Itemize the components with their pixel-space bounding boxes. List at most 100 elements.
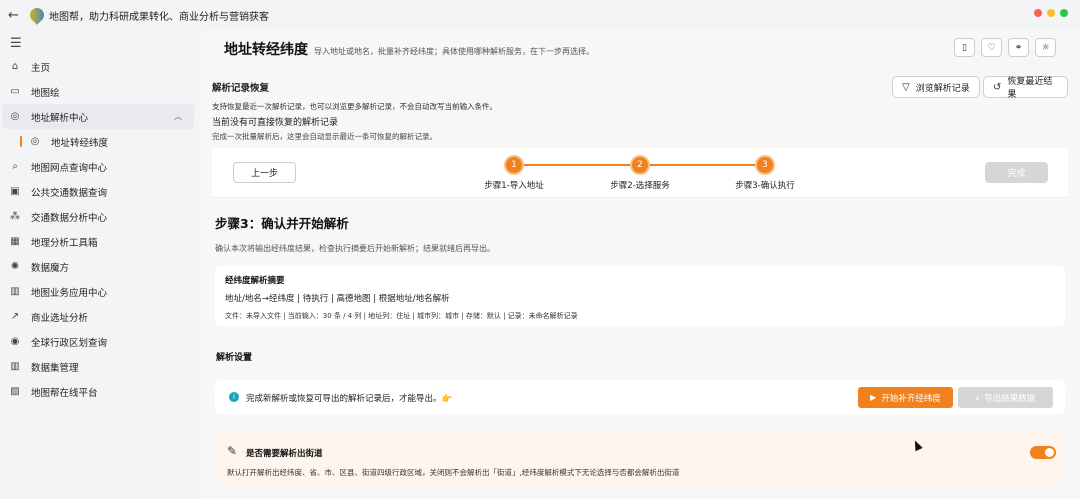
play-icon: ▶ — [870, 393, 877, 402]
globe-icon: ◉ — [10, 336, 20, 347]
sidebar-item-label: 地图帮在线平台 — [31, 387, 98, 399]
recovery-status: 当前没有可直接恢复的解析记录 — [212, 118, 339, 128]
geocode-icon: ◎ — [30, 136, 40, 147]
sidebar-item-site-selection[interactable]: ↗ 商业选址分析 — [0, 304, 200, 329]
restore-latest-button[interactable]: ↺ 恢复最近结果 — [983, 76, 1068, 100]
step-3-dot[interactable]: 3 — [755, 155, 775, 175]
grid-icon: ▦ — [10, 236, 20, 247]
prev-step-button[interactable]: 上一步 — [233, 162, 296, 183]
export-hint: 完成新解析或恢复可导出的解析记录后，才能导出。👉 — [246, 394, 453, 404]
trend-icon: ↗ — [10, 311, 20, 322]
active-indicator — [20, 136, 22, 147]
magic-icon: ✺ — [10, 261, 20, 272]
browse-records-label: 浏览解析记录 — [915, 83, 970, 94]
search-icon: ⌕ — [12, 161, 18, 172]
browse-records-button[interactable]: ▽ 浏览解析记录 — [892, 76, 980, 98]
sidebar-item-datasets[interactable]: ▥ 数据集管理 — [0, 354, 200, 379]
sidebar-item-label: 交通数据分析中心 — [31, 212, 108, 224]
sidebar-item-label: 数据集管理 — [31, 362, 79, 374]
sidebar-item-traffic[interactable]: ⁂ 交通数据分析中心 — [0, 204, 200, 229]
sidebar-item-data-cube[interactable]: ✺ 数据魔方 — [0, 254, 200, 279]
sidebar-item-label: 全球行政区划查询 — [31, 337, 108, 349]
sidebar-item-label: 商业选址分析 — [31, 312, 89, 324]
street-setting-title: 是否需要解析出街道 — [246, 449, 323, 459]
maximize-window-button[interactable] — [1060, 9, 1068, 17]
document-icon[interactable]: ▯ — [954, 38, 975, 57]
sidebar-item-label: 地图网点查询中心 — [31, 162, 108, 174]
finish-button[interactable]: 完成 — [985, 162, 1048, 183]
chart-icon: ▥ — [10, 286, 20, 297]
filter-icon: ▽ — [902, 81, 910, 93]
sidebar: ☰ ⌂ 主页 ▭ 地图绘 ◎ 地址解析中心 ︿ ◎ 地址转经纬度 ⌕ 地图网点查… — [0, 30, 200, 499]
hamburger-menu-icon[interactable]: ☰ — [10, 36, 22, 51]
close-window-button[interactable] — [1034, 9, 1042, 17]
export-results-button[interactable]: ⤓ 导出结果数据 — [958, 387, 1053, 408]
recovery-section: 解析记录恢复 支持恢复最近一次解析记录，也可以浏览更多解析记录，不会自动改写当前… — [212, 72, 1068, 147]
step-3-label: 步骤3-确认执行 — [735, 181, 795, 191]
recovery-title: 解析记录恢复 — [212, 83, 270, 94]
bus-icon: ▣ — [10, 186, 20, 197]
history-icon: ↺ — [993, 81, 1002, 93]
recovery-hint: 完成一次批量解析后，这里会自动显示最近一条可恢复的解析记录。 — [212, 132, 437, 141]
sidebar-item-label: 地图绘 — [31, 87, 60, 99]
sidebar-item-label: 地图业务应用中心 — [31, 287, 108, 299]
summary-card: 经纬度解析摘要 地址/地名→经纬度 | 待执行 | 高德地图 | 根据地址/地名… — [215, 266, 1065, 326]
share-icon[interactable]: ⚭ — [1008, 38, 1029, 57]
step3-title: 步骤3：确认并开始解析 — [215, 216, 349, 231]
heart-icon[interactable]: ♡ — [981, 38, 1002, 57]
summary-line-2: 文件：未导入文件 | 当前输入：30 条 / 4 列 | 地址列：住址 | 城市… — [225, 312, 578, 320]
sidebar-item-geocode[interactable]: ◎ 地址转经纬度 — [18, 129, 200, 154]
sidebar-item-geo-toolbox[interactable]: ▦ 地理分析工具箱 — [0, 229, 200, 254]
export-results-label: 导出结果数据 — [984, 393, 1036, 404]
back-arrow-icon[interactable]: ← — [8, 8, 22, 23]
step-2-label: 步骤2-选择服务 — [610, 181, 670, 191]
edit-icon: ✎ — [227, 444, 238, 458]
export-bar: i 完成新解析或恢复可导出的解析记录后，才能导出。👉 ▶ 开始补齐经纬度 ⤓ 导… — [215, 380, 1065, 414]
page-header: 地址转经纬度 导入地址或地名，批量补齐经纬度；具体使用哪种解析服务，在下一步再选… — [224, 39, 594, 59]
street-setting-card: ✎ 是否需要解析出街道 默认打开解析出经纬度、省、市、区县、街道四级行政区域，关… — [215, 432, 1065, 486]
settings-title: 解析设置 — [216, 353, 253, 363]
sidebar-item-map-drawing[interactable]: ▭ 地图绘 — [0, 79, 200, 104]
sidebar-item-admin-regions[interactable]: ◉ 全球行政区划查询 — [0, 329, 200, 354]
window-title: 地图帮，助力科研成果转化、商业分析与营销获客 — [49, 11, 269, 23]
sidebar-item-label: 公共交通数据查询 — [31, 187, 108, 199]
theme-toggle-icon[interactable]: ☼ — [1035, 38, 1056, 57]
page-description: 导入地址或地名，批量补齐经纬度；具体使用哪种解析服务，在下一步再选择。 — [314, 47, 594, 56]
download-icon: ⤓ — [975, 392, 980, 402]
sidebar-item-label: 主页 — [31, 62, 51, 74]
platform-icon: ▨ — [10, 386, 20, 397]
main-panel: 地址转经纬度 导入地址或地名，批量补齐经纬度；具体使用哪种解析服务，在下一步再选… — [200, 30, 1080, 499]
chevron-up-icon[interactable]: ︿ — [174, 111, 182, 122]
minimize-window-button[interactable] — [1047, 9, 1055, 17]
sidebar-item-address-parse[interactable]: ◎ 地址解析中心 ︿ — [2, 104, 194, 129]
sidebar-item-home[interactable]: ⌂ 主页 — [0, 54, 200, 79]
recovery-description: 支持恢复最近一次解析记录，也可以浏览更多解析记录，不会自动改写当前输入条件。 — [212, 102, 497, 111]
step-1-dot[interactable]: 1 — [504, 155, 524, 175]
street-toggle[interactable] — [1030, 446, 1056, 459]
window-controls — [1034, 9, 1068, 17]
street-setting-description: 默认打开解析出经纬度、省、市、区县、街道四级行政区域，关闭则不会解析出「街道」,… — [227, 468, 680, 477]
address-parse-icon: ◎ — [10, 111, 20, 122]
home-icon: ⌂ — [11, 61, 19, 72]
info-icon: i — [229, 392, 239, 402]
map-icon: ▭ — [10, 86, 20, 97]
dataset-icon: ▥ — [10, 361, 20, 372]
sidebar-item-transit[interactable]: ▣ 公共交通数据查询 — [0, 179, 200, 204]
step-2-dot[interactable]: 2 — [630, 155, 650, 175]
page-title: 地址转经纬度 — [224, 42, 308, 58]
sidebar-nav: ⌂ 主页 ▭ 地图绘 ◎ 地址解析中心 ︿ ◎ 地址转经纬度 ⌕ 地图网点查询中… — [0, 54, 200, 404]
start-geocode-label: 开始补齐经纬度 — [881, 393, 941, 404]
sidebar-item-label: 地理分析工具箱 — [31, 237, 98, 249]
stepper: 上一步 1 2 3 步骤1-导入地址 步骤2-选择服务 步骤3-确认执行 完成 — [212, 148, 1068, 198]
step-1-label: 步骤1-导入地址 — [484, 181, 544, 191]
sidebar-item-label: 地址解析中心 — [31, 112, 89, 124]
sidebar-item-map-apps[interactable]: ▥ 地图业务应用中心 — [0, 279, 200, 304]
app-logo-icon — [27, 5, 47, 25]
sidebar-item-label: 地址转经纬度 — [51, 137, 109, 149]
traffic-icon: ⁂ — [10, 211, 20, 222]
title-bar: ← 地图帮，助力科研成果转化、商业分析与营销获客 — [0, 0, 1080, 30]
start-geocode-button[interactable]: ▶ 开始补齐经纬度 — [858, 387, 953, 408]
sidebar-item-online-platform[interactable]: ▨ 地图帮在线平台 — [0, 379, 200, 404]
sidebar-item-poi-query[interactable]: ⌕ 地图网点查询中心 — [0, 154, 200, 179]
summary-line-1: 地址/地名→经纬度 | 待执行 | 高德地图 | 根据地址/地名解析 — [225, 294, 450, 304]
